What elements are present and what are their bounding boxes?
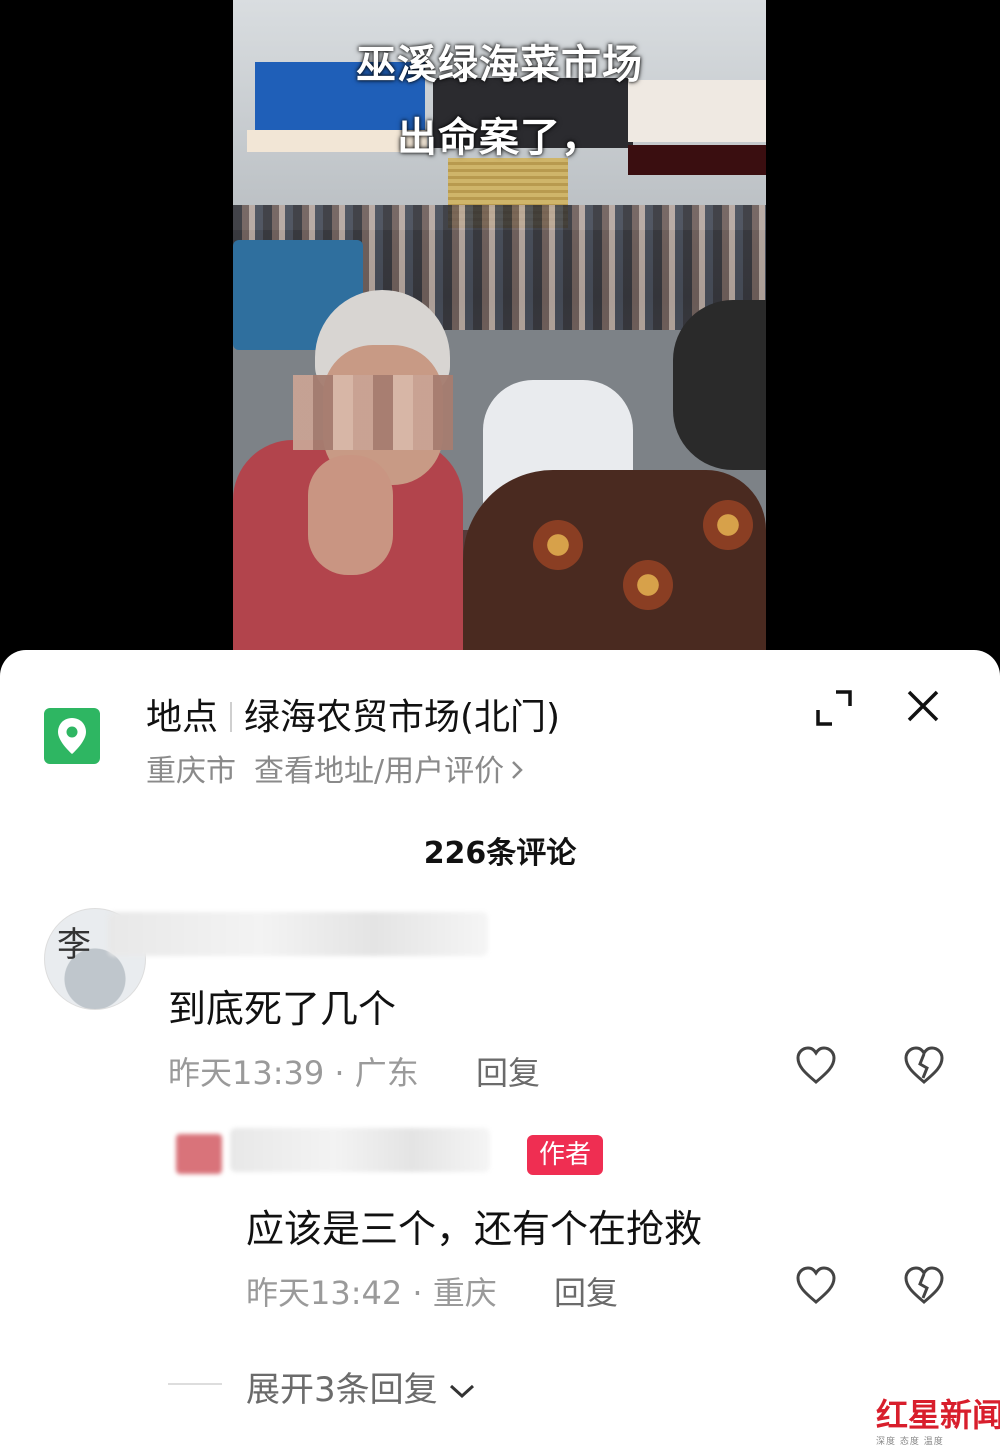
dislike-broken-heart-icon[interactable] [902, 1264, 946, 1308]
video-caption: 巫溪绿海菜市场 [356, 42, 643, 88]
blurred-username[interactable] [108, 912, 488, 956]
video-caption: 出命案了， [397, 115, 602, 161]
location-link[interactable]: 查看地址/用户评价 [254, 754, 504, 789]
comment-meta: 昨天13:42 · 重庆 [246, 1274, 497, 1312]
location-city: 重庆市 [146, 754, 236, 789]
person-right-head [673, 300, 766, 470]
location-pin-icon[interactable] [44, 708, 100, 764]
expand-icon[interactable] [814, 688, 854, 728]
divider [168, 1383, 222, 1385]
person-left-hand [308, 455, 393, 575]
divider [230, 702, 233, 732]
comment-text: 到底死了几个 [168, 987, 397, 1031]
location-name: 绿海农贸市场(北门) [244, 697, 561, 738]
brand-watermark: 红星新闻 深度 态度 温度 [876, 1390, 1000, 1447]
face-mosaic [293, 375, 453, 450]
pattern-flower [533, 520, 583, 570]
watermark-tagline: 深度 态度 温度 [876, 1437, 944, 1447]
pattern-flower [623, 560, 673, 610]
reply-button[interactable]: 回复 [554, 1268, 618, 1314]
pattern-flower [703, 500, 753, 550]
avatar[interactable] [176, 1134, 222, 1174]
blurred-username[interactable] [230, 1128, 490, 1172]
location-label: 地点 [146, 697, 219, 738]
video-frame[interactable]: 巫溪绿海菜市场 出命案了， [233, 0, 766, 660]
watermark-brand: 红星新闻 [876, 1396, 1000, 1434]
comment-text: 应该是三个，还有个在抢救 [246, 1207, 703, 1251]
like-heart-icon[interactable] [794, 1044, 838, 1088]
person-right [463, 470, 766, 660]
close-icon[interactable] [903, 686, 943, 726]
like-heart-icon[interactable] [794, 1264, 838, 1308]
author-badge: 作者 [527, 1135, 604, 1175]
location-subline[interactable]: 重庆市 查看地址/用户评价 [146, 746, 524, 790]
expand-replies-button[interactable]: 展开3条回复 [246, 1362, 476, 1411]
comment-count: 226条评论 [423, 836, 577, 871]
chevron-right-icon [510, 754, 524, 789]
location-title[interactable]: 地点 绿海农贸市场(北门) [146, 688, 560, 740]
chevron-down-icon [448, 1370, 476, 1410]
dislike-broken-heart-icon[interactable] [902, 1044, 946, 1088]
avatar-art: 李 [57, 925, 91, 965]
reply-button[interactable]: 回复 [476, 1048, 540, 1094]
comments-sheet: 地点 绿海农贸市场(北门) 重庆市 查看地址/用户评价 226条评论 李 到底死了几… [0, 650, 1000, 1451]
expand-replies-label: 展开3条回复 [246, 1370, 438, 1410]
comment-meta: 昨天13:39 · 广东 [168, 1054, 419, 1092]
